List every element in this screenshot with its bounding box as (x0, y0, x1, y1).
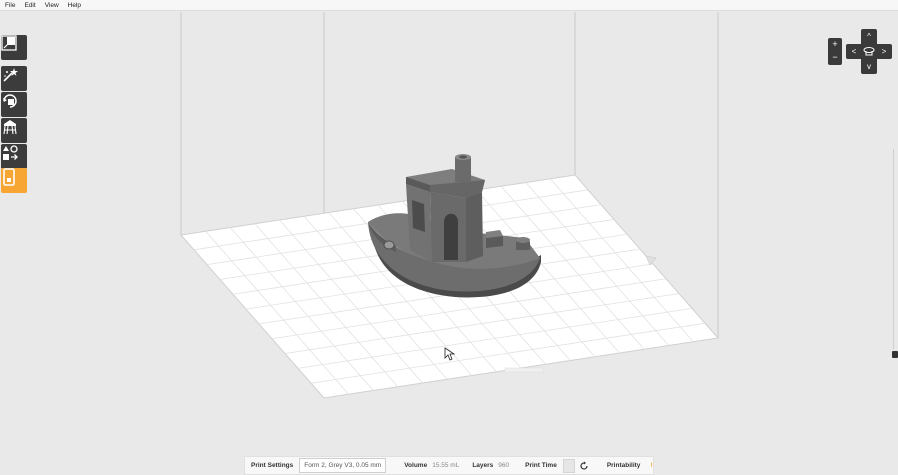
layer-slider-track[interactable] (893, 149, 898, 349)
layer-slider-handle[interactable] (892, 351, 898, 358)
menu-edit[interactable]: Edit (24, 0, 35, 11)
build-volume-scene[interactable] (0, 12, 898, 475)
layout-tool[interactable] (1, 144, 27, 169)
job-tool[interactable] (1, 168, 27, 193)
fit-view-tool[interactable] (1, 35, 27, 60)
camera-up-button[interactable]: ^ (864, 33, 874, 41)
magic-wand-icon (3, 68, 18, 82)
supports-icon (3, 120, 17, 135)
zoom-in-button[interactable]: + (828, 38, 842, 51)
layout-icon (3, 145, 18, 160)
orient-tool[interactable] (1, 92, 27, 117)
printability-warning-icon[interactable]: ! (650, 462, 652, 469)
camera-left-button[interactable]: < (849, 48, 859, 56)
print-settings-label: Print Settings (251, 462, 294, 469)
menu-file[interactable]: File (5, 0, 15, 11)
camera-nav-pad: ^ v < > (846, 29, 892, 74)
home-view-icon[interactable] (863, 46, 875, 57)
print-settings-field[interactable]: Form 2, Grey V3, 0.05 mm (299, 458, 387, 473)
zoom-out-button[interactable]: − (828, 51, 842, 64)
volume-label: Volume (404, 462, 428, 469)
refresh-icon[interactable] (579, 461, 589, 471)
supports-tool[interactable] (1, 118, 27, 143)
printability-label: Printability (606, 462, 641, 469)
print-time-field (562, 458, 575, 473)
3d-viewport[interactable]: + − ^ v < > (0, 12, 898, 475)
print-time-label: Print Time (525, 462, 557, 469)
camera-right-button[interactable]: > (879, 48, 889, 56)
menu-view[interactable]: View (45, 0, 59, 11)
camera-down-button[interactable]: v (864, 63, 874, 71)
fit-view-icon (1, 35, 17, 51)
menu-bar: File Edit View Help (0, 0, 898, 11)
layers-value: 960 (498, 462, 510, 469)
status-bar: Print Settings Form 2, Grey V3, 0.05 mm … (244, 456, 654, 475)
menu-help[interactable]: Help (68, 0, 81, 11)
orient-icon (3, 94, 17, 108)
layers-label: Layers (472, 462, 494, 469)
zoom-controls: + − (828, 38, 842, 65)
job-icon (3, 168, 15, 186)
plate-label (504, 367, 544, 373)
volume-value: 15.55 mL (432, 462, 460, 469)
magic-wand-tool[interactable] (1, 66, 27, 91)
